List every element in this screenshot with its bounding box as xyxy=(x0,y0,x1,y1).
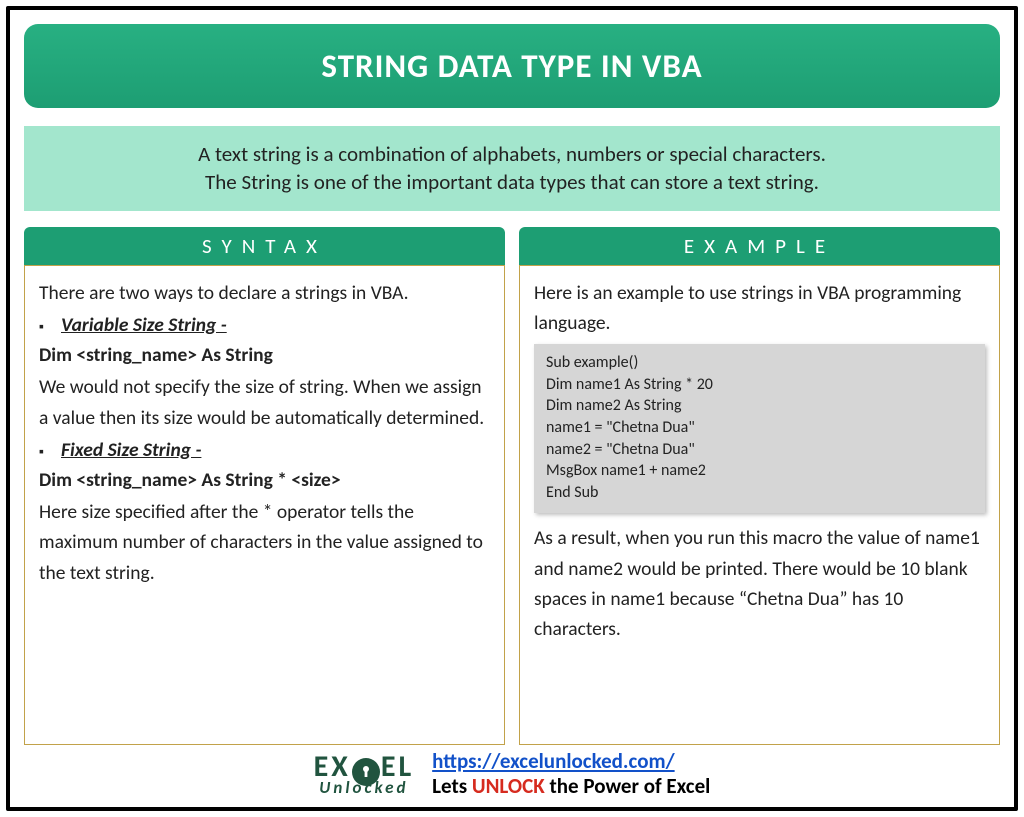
code-line: Dim name2 As String xyxy=(546,395,973,417)
bullet-icon: ▪ xyxy=(39,435,61,463)
columns-container: SYNTAX There are two ways to declare a s… xyxy=(24,227,1000,745)
code-line: Sub example() xyxy=(546,352,973,374)
syntax-item-2-desc: Here size specified after the * operator… xyxy=(39,497,490,588)
syntax-item-2-decl: Dim <string_name> As String * <size> xyxy=(39,465,490,495)
desc-line-1: A text string is a combination of alphab… xyxy=(198,141,826,167)
example-result: As a result, when you run this macro the… xyxy=(534,523,985,644)
syntax-item-1: ▪ Variable Size String - xyxy=(39,310,490,340)
footer: EX EL Unlocked https://excelunlocked.com… xyxy=(24,749,1000,799)
description-banner: A text string is a combination of alphab… xyxy=(24,126,1000,211)
brand-logo: EX EL Unlocked xyxy=(314,753,415,795)
logo-text-left: EX xyxy=(314,754,351,780)
example-body: Here is an example to use strings in VBA… xyxy=(519,265,1000,745)
code-line: Dim name1 As String * 20 xyxy=(546,374,973,396)
example-column: EXAMPLE Here is an example to use string… xyxy=(519,227,1000,745)
page-title: STRING DATA TYPE IN VBA xyxy=(24,24,1000,108)
footer-text: https://excelunlocked.com/ Lets UNLOCK t… xyxy=(432,749,710,799)
document-frame: STRING DATA TYPE IN VBA A text string is… xyxy=(6,6,1018,811)
code-block: Sub example() Dim name1 As String * 20 D… xyxy=(534,344,985,513)
desc-line-2: The String is one of the important data … xyxy=(205,169,819,195)
code-line: End Sub xyxy=(546,482,973,504)
code-line: name1 = "Chetna Dua" xyxy=(546,417,973,439)
tagline-pre: Lets xyxy=(432,773,472,799)
bullet-icon: ▪ xyxy=(39,310,61,338)
example-intro: Here is an example to use strings in VBA… xyxy=(534,278,985,338)
syntax-item-1-desc: We would not specify the size of string.… xyxy=(39,372,490,432)
logo-text-right: EL xyxy=(381,754,414,780)
code-line: name2 = "Chetna Dua" xyxy=(546,439,973,461)
example-header: EXAMPLE xyxy=(519,227,1000,265)
syntax-column: SYNTAX There are two ways to declare a s… xyxy=(24,227,505,745)
syntax-item-2-title: Fixed Size String - xyxy=(61,435,201,465)
tagline-unlock: UNLOCK xyxy=(472,773,545,799)
footer-link[interactable]: https://excelunlocked.com/ xyxy=(432,748,674,774)
syntax-item-2: ▪ Fixed Size String - xyxy=(39,435,490,465)
keyhole-icon xyxy=(352,758,380,786)
syntax-item-1-title: Variable Size String - xyxy=(61,310,227,340)
syntax-header: SYNTAX xyxy=(24,227,505,265)
tagline-post: the Power of Excel xyxy=(545,773,711,799)
syntax-intro: There are two ways to declare a strings … xyxy=(39,278,490,308)
syntax-item-1-decl: Dim <string_name> As String xyxy=(39,340,490,370)
code-line: MsgBox name1 + name2 xyxy=(546,460,973,482)
syntax-body: There are two ways to declare a strings … xyxy=(24,265,505,745)
